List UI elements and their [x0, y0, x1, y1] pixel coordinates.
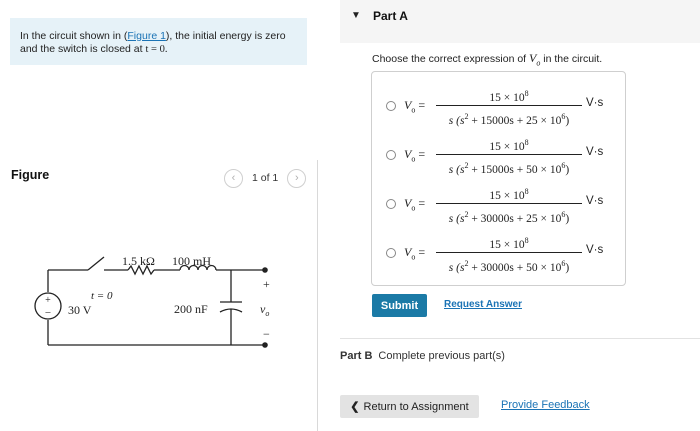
- part-b-label: Part B: [340, 350, 373, 362]
- request-answer-link[interactable]: Request Answer: [444, 299, 522, 310]
- part-b-status: Complete previous part(s): [378, 350, 505, 362]
- figure-link[interactable]: Figure 1: [127, 30, 166, 42]
- return-to-assignment-button[interactable]: ❮ Return to Assignment: [340, 395, 479, 418]
- option-lhs: Vo =: [404, 196, 426, 213]
- fraction-bar: [436, 252, 582, 253]
- option-fraction: 15 × 108 s (s2 + 15000s + 50 × 106): [436, 133, 582, 176]
- question-text: Choose the correct expression of Vo in t…: [372, 51, 602, 67]
- radio-button[interactable]: [386, 248, 396, 258]
- problem-statement: In the circuit shown in (Figure 1), the …: [10, 18, 307, 65]
- question-suffix: in the circuit.: [540, 53, 603, 65]
- denominator: s (s2 + 15000s + 25 × 106): [448, 112, 570, 127]
- option-lhs: Vo =: [404, 245, 426, 262]
- question-prefix: Choose the correct expression of: [372, 53, 527, 65]
- option-fraction: 15 × 108 s (s2 + 30000s + 25 × 106): [436, 182, 582, 225]
- question-variable: Vo: [529, 51, 541, 68]
- option-lhs: Vo =: [404, 98, 426, 115]
- figure-heading: Figure: [11, 168, 50, 182]
- option-fraction: 15 × 108 s (s2 + 15000s + 25 × 106): [436, 84, 582, 127]
- next-figure-button[interactable]: ›: [287, 168, 307, 188]
- option-3[interactable]: Vo = 15 × 108 s (s2 + 30000s + 25 × 106)…: [386, 182, 621, 226]
- source-plus: +: [45, 295, 51, 306]
- submit-button[interactable]: Submit: [372, 294, 427, 317]
- fraction-bar: [436, 105, 582, 106]
- output-minus: −: [263, 327, 270, 341]
- option-4[interactable]: Vo = 15 × 108 s (s2 + 30000s + 50 × 106)…: [386, 231, 621, 275]
- option-2[interactable]: Vo = 15 × 108 s (s2 + 15000s + 50 × 106)…: [386, 133, 621, 177]
- figure-count: 1 of 1: [252, 172, 279, 184]
- output-plus: +: [263, 277, 270, 291]
- radio-button[interactable]: [386, 150, 396, 160]
- resistor-label: 1.5 kΩ: [122, 254, 155, 268]
- option-unit: V·s: [586, 146, 604, 158]
- numerator: 15 × 108: [489, 89, 529, 104]
- capacitor-label: 200 nF: [174, 302, 208, 316]
- part-a-title: Part A: [373, 9, 408, 23]
- numerator: 15 × 108: [489, 236, 529, 251]
- option-fraction: 15 × 108 s (s2 + 30000s + 50 × 106): [436, 231, 582, 274]
- part-b-row: Part B Complete previous part(s): [340, 350, 505, 362]
- source-label: 30 V: [68, 303, 92, 317]
- terminal-top: [262, 267, 268, 273]
- radio-button[interactable]: [386, 101, 396, 111]
- numerator: 15 × 108: [489, 187, 529, 202]
- column-divider: [317, 160, 318, 431]
- section-divider: [340, 338, 700, 339]
- source-minus: −: [45, 307, 51, 319]
- intro-math: t = 0.: [145, 44, 168, 55]
- terminal-bottom: [262, 342, 268, 348]
- fraction-bar: [436, 203, 582, 204]
- numerator: 15 × 108: [489, 138, 529, 153]
- inductor-label: 100 mH: [172, 254, 211, 268]
- denominator: s (s2 + 30000s + 25 × 106): [448, 210, 570, 225]
- option-lhs: Vo =: [404, 147, 426, 164]
- output-voltage-label: vo: [260, 302, 269, 318]
- circuit-diagram: + − 30 V t = 0 1.5 kΩ 100 mH 200 nF + − …: [34, 254, 270, 348]
- option-unit: V·s: [586, 244, 604, 256]
- switch-blade: [87, 256, 105, 271]
- figure-pager: ‹ 1 of 1 ›: [224, 168, 307, 188]
- intro-text-before: In the circuit shown in (: [20, 30, 128, 42]
- return-label: Return to Assignment: [363, 400, 469, 413]
- part-a-header[interactable]: ▼ Part A: [340, 0, 700, 43]
- option-1[interactable]: Vo = 15 × 108 s (s2 + 15000s + 25 × 106)…: [386, 84, 621, 128]
- answer-options: Vo = 15 × 108 s (s2 + 15000s + 25 × 106)…: [371, 71, 626, 286]
- option-unit: V·s: [586, 97, 604, 109]
- fraction-bar: [436, 154, 582, 155]
- option-unit: V·s: [586, 195, 604, 207]
- provide-feedback-link[interactable]: Provide Feedback: [501, 399, 590, 411]
- radio-button[interactable]: [386, 199, 396, 209]
- denominator: s (s2 + 30000s + 50 × 106): [448, 259, 570, 274]
- switch-label: t = 0: [91, 290, 113, 302]
- prev-figure-button[interactable]: ‹: [224, 168, 243, 188]
- collapse-triangle-icon[interactable]: ▼: [351, 10, 361, 21]
- denominator: s (s2 + 15000s + 50 × 106): [448, 161, 570, 176]
- chevron-left-icon: ❮: [350, 401, 360, 413]
